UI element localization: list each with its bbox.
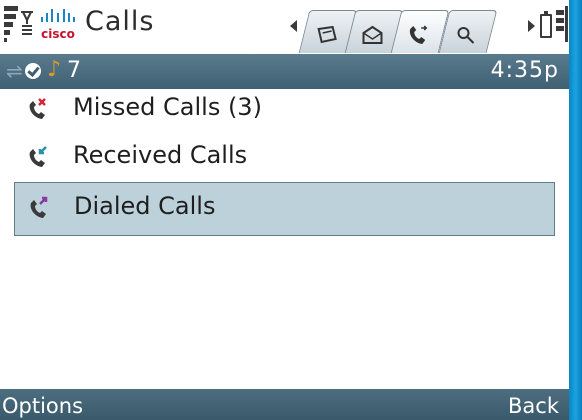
directory-search-icon: [444, 25, 490, 50]
list-item-label: Received Calls: [73, 141, 248, 169]
back-softkey[interactable]: Back: [508, 394, 559, 418]
received-call-icon: [25, 145, 51, 171]
title-bar: cisco Calls: [0, 0, 569, 55]
cisco-logo: cisco: [38, 8, 78, 46]
ringtone-note-icon: ♪: [47, 57, 62, 82]
clock: 4:35p: [490, 58, 559, 83]
contacts-card-icon: [304, 25, 350, 49]
line-extension: 7: [67, 58, 81, 83]
softkey-bar: Options Back: [0, 389, 569, 420]
tab-scroll-right-icon[interactable]: [528, 20, 535, 32]
list-item-label: Dialed Calls: [74, 192, 216, 220]
device-bezel: [569, 0, 582, 420]
phone-screen: cisco Calls ⇌ ♪ 7 4:35p Missed Calls (3)…: [0, 0, 582, 420]
battery-icon: [540, 11, 552, 38]
tab-scroll-left-icon[interactable]: [290, 20, 297, 32]
messages-envelope-icon: [350, 25, 396, 50]
options-softkey[interactable]: Options: [0, 394, 83, 418]
signal-strength-icon: [4, 6, 18, 42]
list-item-dialed-calls[interactable]: Dialed Calls: [14, 182, 555, 236]
signal-bars-icon: [556, 6, 568, 42]
dialed-call-icon: [26, 196, 52, 222]
antenna-icon: [21, 10, 33, 36]
list-item-label: Missed Calls (3): [73, 93, 262, 121]
list-item-missed-calls[interactable]: Missed Calls (3): [14, 89, 553, 133]
tab-calls[interactable]: [390, 10, 450, 53]
list-item-received-calls[interactable]: Received Calls: [14, 137, 553, 181]
cisco-logo-text: cisco: [41, 27, 75, 41]
registered-check-icon: [25, 63, 41, 79]
missed-call-icon: [25, 97, 51, 123]
page-title: Calls: [85, 6, 155, 37]
status-bar: ⇌ ♪ 7 4:35p: [0, 54, 569, 89]
calls-handset-icon: [395, 25, 441, 52]
call-forward-icon: ⇌: [6, 59, 23, 83]
